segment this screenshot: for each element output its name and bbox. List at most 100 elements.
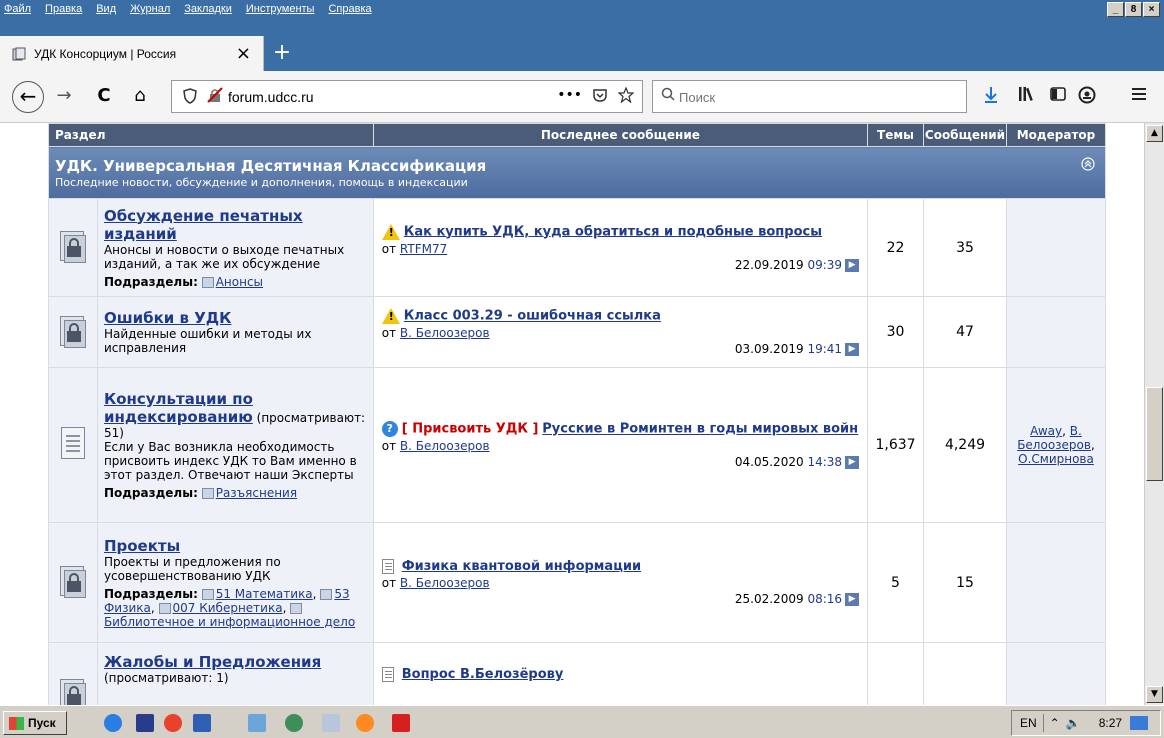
moderator-cell: [1005, 296, 1107, 368]
menu-tools[interactable]: Инструменты: [246, 3, 315, 15]
category-row: УДК. Универсальная Десятичная Классифика…: [48, 146, 1106, 199]
search-input[interactable]: [679, 87, 949, 107]
subforums: Подразделы: Анонсы: [104, 275, 367, 289]
moderator-cell: [1005, 522, 1107, 643]
network-icon[interactable]: [1130, 716, 1149, 730]
last-topic-link[interactable]: Русские в Роминтен в годы мировых войн: [542, 422, 858, 437]
goto-last-post-icon[interactable]: ▶: [845, 456, 860, 469]
topic-doc-icon: [381, 559, 394, 574]
close-window-button[interactable]: ×: [1143, 2, 1160, 17]
forum-info-cell: Ошибки в УДК Найденные ошибки и методы и…: [96, 296, 374, 368]
forward-button[interactable]: →: [52, 85, 76, 109]
subforum-link[interactable]: 007 Кибернетика: [173, 601, 283, 615]
tray-arrows-icon[interactable]: ⌃: [1050, 716, 1060, 730]
paint-icon[interactable]: [322, 714, 340, 732]
restore-button[interactable]: 8: [1125, 2, 1142, 17]
menu-bookmarks[interactable]: Закладки: [184, 3, 232, 15]
minimize-button[interactable]: _: [1107, 2, 1124, 17]
subforum-link[interactable]: 51 Математика: [216, 587, 313, 601]
menu-file[interactable]: Файл: [4, 3, 31, 15]
messages-count: 15: [923, 522, 1007, 643]
forum-link[interactable]: Обсуждение печатных изданий: [104, 207, 303, 243]
ie-icon[interactable]: [104, 714, 122, 732]
app-menu-icon[interactable]: [1131, 86, 1147, 105]
tracking-shield-icon[interactable]: [183, 88, 197, 108]
home-button[interactable]: ⌂: [128, 85, 152, 109]
acrobat-icon[interactable]: [392, 714, 410, 732]
insecure-lock-icon[interactable]: [207, 87, 223, 107]
pocket-icon[interactable]: [592, 87, 608, 107]
close-tab-icon[interactable]: ×: [236, 43, 251, 64]
from-label: от: [381, 576, 397, 590]
forum-status-cell: [48, 296, 98, 368]
page-actions-icon[interactable]: •••: [557, 87, 582, 107]
last-topic-link[interactable]: Класс 003.29 - ошибочная ссылка: [404, 309, 661, 324]
last-topic-link[interactable]: Вопрос В.Белозёрову: [402, 667, 564, 682]
bookmark-star-icon[interactable]: [617, 86, 635, 107]
back-button[interactable]: ←: [12, 81, 44, 113]
author-link[interactable]: В. Белоозеров: [400, 576, 490, 590]
word-icon[interactable]: [193, 714, 211, 732]
header-topics: Темы: [867, 123, 924, 147]
firefox-icon[interactable]: [356, 714, 374, 732]
url-actions: •••: [557, 86, 635, 107]
last-topic-link[interactable]: Физика квантовой информации: [402, 559, 641, 574]
chrome-icon[interactable]: [164, 714, 182, 732]
warning-icon: [381, 223, 400, 240]
goto-last-post-icon[interactable]: ▶: [845, 258, 860, 272]
last-date: 25.02.2009: [734, 592, 804, 606]
forum-locked-icon: [58, 229, 88, 263]
scroll-thumb[interactable]: [1146, 387, 1163, 481]
forum-link[interactable]: Ошибки в УДК: [104, 309, 231, 327]
subforum-link[interactable]: Библиотечное и информационное дело: [104, 615, 355, 629]
downloads-icon[interactable]: [983, 86, 999, 108]
forum-link[interactable]: Консультации по индексированию: [104, 390, 253, 426]
menu-history[interactable]: Журнал: [130, 3, 170, 15]
last-time: 08:16: [807, 592, 843, 606]
last-topic-link[interactable]: Как купить УДК, куда обратиться и подобн…: [404, 224, 822, 239]
scroll-down-button[interactable]: ▼: [1146, 686, 1163, 703]
table-header-row: Раздел Последнее сообщение Темы Сообщени…: [48, 123, 1107, 147]
app-icon[interactable]: [285, 714, 303, 732]
subforum-link[interactable]: Разъяснения: [216, 486, 297, 500]
category-title[interactable]: УДК. Универсальная Десятичная Классифика…: [55, 157, 1099, 175]
last-message-cell: Класс 003.29 - ошибочная ссылка от В. Бе…: [372, 296, 869, 368]
tab-udcc[interactable]: УДК Консорциум | Россия ×: [0, 36, 264, 71]
subforums: Подразделы: Разъяснения: [104, 486, 367, 500]
moderator-link[interactable]: О.Смирнова: [1018, 452, 1094, 466]
collapse-icon[interactable]: [1081, 157, 1095, 175]
page-scrollbar[interactable]: ▲ ▼: [1144, 123, 1164, 705]
menu-help[interactable]: Справка: [328, 3, 371, 15]
scroll-up-button[interactable]: ▲: [1146, 125, 1163, 142]
forum-link[interactable]: Жалобы и Предложения: [104, 653, 321, 671]
volume-icon[interactable]: 🔈: [1066, 716, 1081, 730]
author-link[interactable]: В. Белоозеров: [400, 439, 490, 453]
address-bar[interactable]: forum.udcc.ru •••: [171, 80, 643, 113]
explorer-icon[interactable]: [248, 714, 266, 732]
forum-link[interactable]: Проекты: [104, 537, 180, 555]
author-link[interactable]: В. Белоозеров: [400, 326, 490, 340]
url-text[interactable]: forum.udcc.ru: [228, 89, 314, 105]
menu-edit[interactable]: Правка: [45, 3, 82, 15]
author-link[interactable]: RTFM77: [400, 242, 447, 256]
moderator-link[interactable]: Away: [1030, 424, 1062, 438]
forum-locked-icon: [58, 564, 88, 598]
new-tab-button[interactable]: +: [272, 36, 292, 71]
subforum-link[interactable]: Анонсы: [216, 275, 263, 289]
start-button[interactable]: Пуск: [3, 711, 67, 735]
forum-locked-icon: [58, 314, 88, 348]
language-indicator[interactable]: EN: [1020, 716, 1037, 730]
reload-button[interactable]: C: [92, 85, 116, 109]
search-bar[interactable]: [652, 80, 967, 113]
forum-table: Раздел Последнее сообщение Темы Сообщени…: [48, 123, 1107, 705]
account-icon[interactable]: [1078, 86, 1096, 108]
library-icon[interactable]: [1018, 86, 1036, 106]
forum-description: Анонсы и новости о выходе печатных издан…: [103, 242, 345, 271]
subforums-label: Подразделы:: [103, 586, 198, 601]
goto-last-post-icon[interactable]: ▶: [845, 593, 860, 606]
forum-status-cell: [48, 367, 98, 523]
save-disk-icon[interactable]: [136, 714, 154, 732]
sidebar-icon[interactable]: [1050, 86, 1066, 106]
menu-view[interactable]: Вид: [96, 3, 116, 15]
goto-last-post-icon[interactable]: ▶: [845, 343, 860, 356]
